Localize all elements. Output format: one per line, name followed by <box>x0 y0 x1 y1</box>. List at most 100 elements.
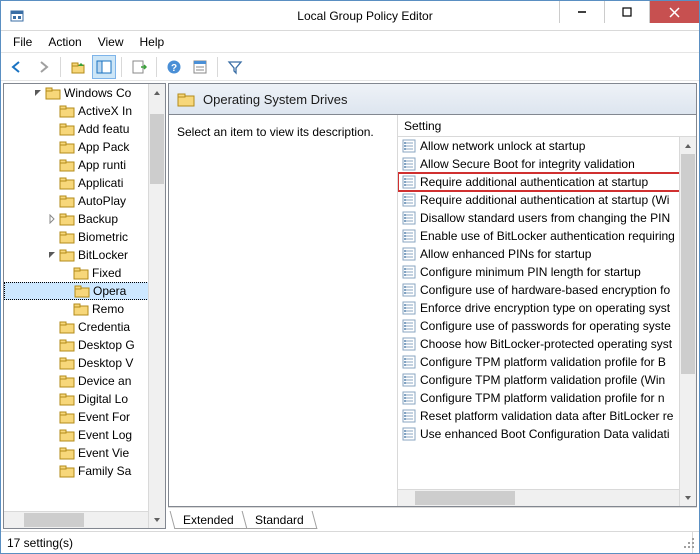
setting-item[interactable]: Configure TPM platform validation profil… <box>398 353 696 371</box>
tree-item-label: Remo <box>92 302 124 316</box>
menu-help[interactable]: Help <box>132 33 173 51</box>
setting-item[interactable]: Require additional authentication at sta… <box>398 173 696 191</box>
setting-item[interactable]: Configure minimum PIN length for startup <box>398 263 696 281</box>
tree-vertical-scrollbar[interactable] <box>148 84 165 528</box>
filter-button[interactable] <box>223 55 247 79</box>
tree-item[interactable]: Opera <box>4 282 165 300</box>
menu-view[interactable]: View <box>90 33 132 51</box>
back-button[interactable] <box>5 55 29 79</box>
tree-item[interactable]: Biometric <box>4 228 165 246</box>
close-button[interactable] <box>649 1 699 23</box>
description-text: Select an item to view its description. <box>177 125 374 139</box>
tree-item[interactable]: Add featu <box>4 120 165 138</box>
setting-item[interactable]: Disallow standard users from changing th… <box>398 209 696 227</box>
tree-item[interactable]: Event For <box>4 408 165 426</box>
folder-icon <box>59 194 75 208</box>
setting-label: Configure TPM platform validation profil… <box>420 391 665 405</box>
status-text: 17 setting(s) <box>7 536 73 550</box>
tree-item-label: ActiveX In <box>78 104 132 118</box>
tree-item[interactable]: Digital Lo <box>4 390 165 408</box>
setting-label: Allow enhanced PINs for startup <box>420 247 591 261</box>
setting-item[interactable]: Use enhanced Boot Configuration Data val… <box>398 425 696 443</box>
tree-item[interactable]: Credentia <box>4 318 165 336</box>
tree-item[interactable]: Desktop V <box>4 354 165 372</box>
tree-item[interactable]: Device an <box>4 372 165 390</box>
tree-item[interactable]: App runti <box>4 156 165 174</box>
tree-item[interactable]: Remo <box>4 300 165 318</box>
tree-item-label: Windows Co <box>64 86 131 100</box>
tree-view[interactable]: Windows Co ActiveX In Add featuApp Pack App… <box>4 84 165 528</box>
tab-extended[interactable]: Extended <box>170 511 248 529</box>
policy-icon <box>402 139 416 153</box>
tree-item-label: Event Vie <box>78 446 129 460</box>
tree-item[interactable]: Windows Co <box>4 84 165 102</box>
tree-item[interactable]: Applicati <box>4 174 165 192</box>
tree-item[interactable]: App Pack <box>4 138 165 156</box>
tree-item[interactable]: AutoPlay <box>4 192 165 210</box>
setting-item[interactable]: Configure use of passwords for operating… <box>398 317 696 335</box>
tree-item-label: App runti <box>78 158 126 172</box>
svg-text:?: ? <box>171 63 177 74</box>
setting-item[interactable]: Allow enhanced PINs for startup <box>398 245 696 263</box>
tree-horizontal-scrollbar[interactable] <box>4 511 148 528</box>
tab-standard[interactable]: Standard <box>241 511 317 529</box>
policy-icon <box>402 265 416 279</box>
tree-toggle-icon <box>46 177 58 189</box>
tree-item[interactable]: ActiveX In <box>4 102 165 120</box>
minimize-button[interactable] <box>559 1 604 23</box>
tree-item[interactable]: BitLocker <box>4 246 165 264</box>
column-header-setting[interactable]: Setting <box>398 115 696 137</box>
tree-item[interactable]: Event Log <box>4 426 165 444</box>
tree-toggle-icon[interactable] <box>32 87 44 99</box>
setting-label: Configure use of hardware-based encrypti… <box>420 283 670 297</box>
tree-item-label: Digital Lo <box>78 392 128 406</box>
setting-item[interactable]: Configure use of hardware-based encrypti… <box>398 281 696 299</box>
setting-item[interactable]: Allow Secure Boot for integrity validati… <box>398 155 696 173</box>
titlebar[interactable]: Local Group Policy Editor <box>1 1 699 31</box>
properties-button[interactable] <box>188 55 212 79</box>
folder-icon <box>59 320 75 334</box>
folder-icon <box>59 104 75 118</box>
tree-toggle-icon <box>46 411 58 423</box>
toolbar-separator <box>217 57 218 77</box>
menu-file[interactable]: File <box>5 33 40 51</box>
folder-icon <box>73 266 89 280</box>
setting-item[interactable]: Require additional authentication at sta… <box>398 191 696 209</box>
list-horizontal-scrollbar[interactable] <box>398 489 679 506</box>
tree-item-label: BitLocker <box>78 248 128 262</box>
setting-item[interactable]: Configure TPM platform validation profil… <box>398 371 696 389</box>
maximize-button[interactable] <box>604 1 649 23</box>
setting-item[interactable]: Choose how BitLocker-protected operating… <box>398 335 696 353</box>
main-area: Windows Co ActiveX In Add featuApp Pack App… <box>1 81 699 531</box>
setting-item[interactable]: Reset platform validation data after Bit… <box>398 407 696 425</box>
tree-toggle-icon <box>46 339 58 351</box>
setting-item[interactable]: Enforce drive encryption type on operati… <box>398 299 696 317</box>
tree-item[interactable]: Fixed <box>4 264 165 282</box>
tree-item[interactable]: Event Vie <box>4 444 165 462</box>
settings-list[interactable]: Allow network unlock at startup Allow Sec… <box>398 137 696 506</box>
resize-grip[interactable] <box>682 536 698 552</box>
up-button[interactable] <box>66 55 90 79</box>
folder-icon <box>59 446 75 460</box>
menu-action[interactable]: Action <box>40 33 89 51</box>
folder-icon <box>59 158 75 172</box>
show-hide-tree-button[interactable] <box>92 55 116 79</box>
export-list-button[interactable] <box>127 55 151 79</box>
setting-label: Allow Secure Boot for integrity validati… <box>420 157 635 171</box>
setting-item[interactable]: Enable use of BitLocker authentication r… <box>398 227 696 245</box>
tree-item[interactable]: Backup <box>4 210 165 228</box>
help-button[interactable]: ? <box>162 55 186 79</box>
description-column: Select an item to view its description. <box>169 115 397 506</box>
tree-toggle-icon[interactable] <box>46 213 58 225</box>
folder-icon <box>59 392 75 406</box>
setting-item[interactable]: Allow network unlock at startup <box>398 137 696 155</box>
forward-button[interactable] <box>31 55 55 79</box>
tree-item[interactable]: Family Sa <box>4 462 165 480</box>
setting-item[interactable]: Configure TPM platform validation profil… <box>398 389 696 407</box>
folder-icon <box>59 356 75 370</box>
list-vertical-scrollbar[interactable] <box>679 137 696 506</box>
setting-label: Configure minimum PIN length for startup <box>420 265 641 279</box>
tree-item[interactable]: Desktop G <box>4 336 165 354</box>
tree-item-label: Fixed <box>92 266 121 280</box>
tree-toggle-icon[interactable] <box>46 249 58 261</box>
